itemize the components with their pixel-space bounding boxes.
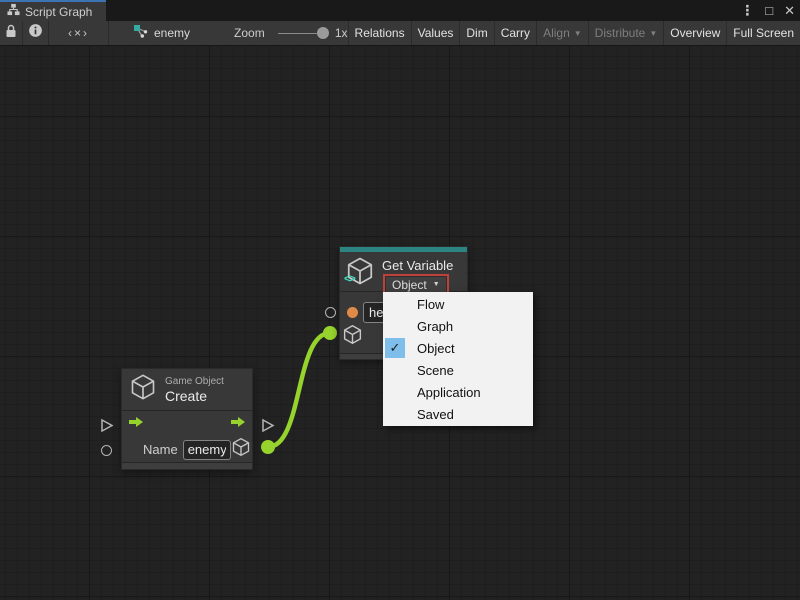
target-object-cube-icon[interactable] [342,324,363,350]
zoom-slider-handle[interactable] [317,27,329,39]
preview-code-button[interactable]: ‹×› [49,21,109,45]
flow-input-arrow-icon[interactable] [128,415,144,434]
inspect-button[interactable] [23,21,49,45]
tab-title: Script Graph [25,5,92,19]
node-header[interactable]: <> Get Variable Object ▼ [340,252,467,292]
maximize-icon[interactable]: □ [765,0,773,21]
node-title: Create [165,388,224,404]
output-port-connected-dot[interactable] [261,440,275,454]
flow-port-row [122,411,252,437]
variable-name-input-port-circle[interactable] [325,307,336,318]
toolbar-buttons: Relations Values Dim Carry Align▼ Distri… [348,21,800,45]
graph-toolbar: ‹×› enemy Zoom 1x Relations Values [0,21,800,46]
script-graph-window: Script Graph ⋮ □ ✕ [0,0,800,600]
menu-item-saved[interactable]: Saved [383,403,533,425]
overview-button[interactable]: Overview [663,21,726,45]
menu-item-object[interactable]: ✓ Object [383,337,533,359]
graph-canvas[interactable]: Game Object Create Name [0,46,800,600]
node-category: Game Object [165,375,224,388]
flow-output-port-triangle[interactable] [261,418,275,438]
game-object-output-cube-icon[interactable] [231,437,251,462]
graph-breadcrumb-icon [133,23,149,44]
distribute-button: Distribute▼ [588,21,664,45]
lock-button[interactable] [0,21,23,45]
values-button[interactable]: Values [411,21,460,45]
info-icon [28,23,43,43]
script-graph-icon [7,3,20,21]
node-footer [122,462,252,469]
align-button: Align▼ [536,21,588,45]
check-icon: ✓ [385,338,405,358]
node-header[interactable]: Game Object Create [122,369,252,411]
menu-item-flow[interactable]: Flow [383,293,533,315]
graph-breadcrumb-label[interactable]: enemy [154,26,190,40]
menu-item-graph[interactable]: Graph [383,315,533,337]
node-title: Get Variable [382,258,453,273]
flow-output-arrow-icon[interactable] [230,415,246,434]
window-menu-icon[interactable]: ⋮ [740,0,754,21]
menu-item-application[interactable]: Application [383,381,533,403]
close-icon[interactable]: ✕ [784,0,795,21]
name-value-input[interactable] [183,440,231,460]
variable-cube-icon: <> [345,256,377,288]
variable-scope-dropdown[interactable]: Object ▼ [385,276,447,293]
connection-wire[interactable] [268,333,330,447]
relations-button[interactable]: Relations [348,21,411,45]
input-port-connected-dot[interactable] [323,326,337,340]
fullscreen-button[interactable]: Full Screen [726,21,800,45]
name-input-port-circle[interactable] [101,445,112,456]
variable-scope-menu: Flow Graph ✓ Object Scene Application Sa… [383,292,533,426]
menu-item-scene[interactable]: Scene [383,359,533,381]
name-port-label: Name [143,442,178,457]
tab-script-graph[interactable]: Script Graph [0,0,106,21]
chevron-down-icon: ▼ [649,29,657,38]
variable-brackets-icon: <> [344,273,355,285]
variable-scope-value: Object [392,278,427,292]
chevron-down-icon: ▼ [433,281,440,288]
lock-icon [5,24,17,43]
zoom-label: Zoom [234,26,265,40]
dim-button[interactable]: Dim [459,21,493,45]
carry-button[interactable]: Carry [494,21,536,45]
flow-input-port-triangle[interactable] [100,418,114,438]
name-port-row: Name [122,437,252,462]
tab-bar: Script Graph ⋮ □ ✕ [0,0,800,21]
zoom-slider[interactable] [278,33,323,34]
code-icon: ‹×› [68,26,89,40]
node-game-object-create[interactable]: Game Object Create Name [121,368,253,470]
zoom-value: 1x [335,26,348,40]
toolbar-middle: enemy Zoom 1x [109,21,348,45]
game-object-cube-icon [129,373,157,406]
variable-name-port-dot[interactable] [347,307,358,318]
chevron-down-icon: ▼ [574,29,582,38]
window-controls: ⋮ □ ✕ [740,0,795,21]
